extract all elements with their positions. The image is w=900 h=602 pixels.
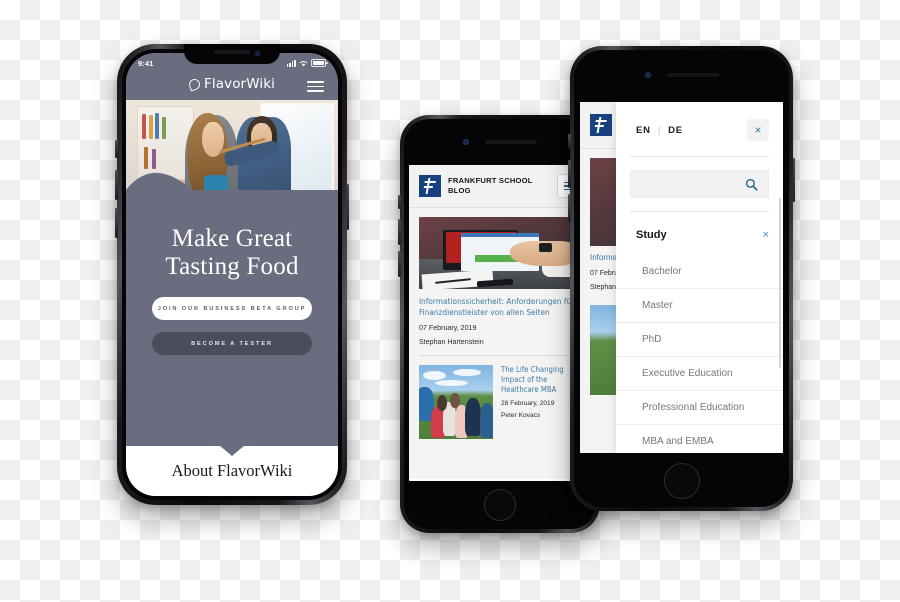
join-beta-group-button[interactable]: JOIN OUR BUSINESS BETA GROUP [152,297,312,320]
language-separator: | [657,124,662,136]
language-option-en[interactable]: EN [636,125,651,136]
hamburger-menu-icon[interactable] [307,81,324,92]
menu-item-professional-education[interactable]: Professional Education [616,390,783,424]
phone1-mute-switch[interactable] [115,140,118,158]
phone1-volume-up-button[interactable] [115,170,118,200]
flavorwiki-logo-text: FlavorWiki [204,76,275,92]
flavorwiki-logo[interactable]: FlavorWiki [187,76,275,92]
frankfurt-blog-header: FRANKFURT SCHOOL BLOG [409,165,591,208]
menu-item-executive-education[interactable]: Executive Education [616,356,783,390]
headline-line-2: Tasting Food [165,252,299,280]
phone3-top-hardware [570,72,793,78]
frankfurt-blog-content: Informationssicherheit: Anforderungen fü… [409,208,591,479]
menu-section-header: Study × [616,212,783,255]
flavorwiki-headline: Make Great Tasting Food [126,225,338,280]
post-date: 28 February, 2019 [501,400,555,407]
cellular-bars-icon [286,59,296,67]
front-camera-icon [255,51,260,56]
status-time: 9:41 [138,58,154,68]
search-input[interactable] [630,170,769,198]
flavorwiki-hero-copy: Make Great Tasting Food JOIN OUR BUSINES… [126,225,338,355]
become-a-tester-button[interactable]: BECOME A TESTER [152,332,312,355]
earpiece-speaker-icon [666,73,719,77]
battery-full-icon [311,58,328,68]
brand-line-2: BLOG [448,186,471,195]
phone3-volume-up-button[interactable] [568,160,571,188]
front-camera-icon [644,72,651,78]
search-icon [745,178,758,191]
phone2-screen: FRANKFURT SCHOOL BLOG Informationssicher… [409,165,591,481]
menu-item-list: Bachelor Master PhD Executive Education … [616,255,783,453]
menu-item-phd[interactable]: PhD [616,322,783,356]
phone-frankfurt-menu: Informationssicherheit: Anforderungen fü… [568,46,795,511]
phone2-volume-down-button[interactable] [398,251,401,277]
phone1-notch [184,44,280,64]
phone2-mute-switch[interactable] [398,195,401,209]
menu-item-bachelor[interactable]: Bachelor [616,255,783,288]
phone3-mute-switch[interactable] [568,134,571,149]
frankfurt-school-logo-icon [590,114,612,136]
featured-post-title[interactable]: Informationssicherheit: Anforderungen fü… [419,296,581,317]
language-switcher: EN | DE [636,125,683,136]
post-author: Peter Kovacs [501,412,541,419]
close-icon[interactable]: × [763,229,769,241]
earpiece-speaker-icon [485,140,537,144]
featured-post-image[interactable] [419,217,581,289]
flavorwiki-footer: About FlavorWiki [126,445,338,496]
post-thumbnail [419,365,493,439]
menu-section-title: Study [636,229,667,241]
earpiece-speaker-icon [214,50,250,54]
headline-line-1: Make Great [171,225,293,252]
phone1-power-button[interactable] [346,184,349,230]
slide-in-menu-panel: EN | DE × Study × Bachelor Master PhD Ex… [616,102,783,453]
brand-line-1: FRANKFURT SCHOOL [448,175,533,185]
phone3-volume-down-button[interactable] [568,194,571,222]
home-button[interactable] [663,463,700,499]
frankfurt-blog-brand-text: FRANKFURT SCHOOL BLOG [448,176,533,197]
language-option-de[interactable]: DE [668,125,683,136]
menu-search-row [616,157,783,211]
featured-post-author: Stephan Hartenstein [419,338,484,346]
featured-post-date: 07 February, 2019 [419,324,477,332]
phone3-screen: Informationssicherheit: Anforderungen fü… [580,102,783,453]
leaf-icon [187,76,202,92]
post-title[interactable]: The Life Changing Impact of the Healthca… [501,365,581,395]
phone-flavorwiki: Make Great Tasting Food JOIN OUR BUSINES… [115,44,349,505]
footer-notch-arrow [219,445,245,456]
phone1-screen: Make Great Tasting Food JOIN OUR BUSINES… [126,53,338,496]
menu-item-mba-and-emba[interactable]: MBA and EMBA [616,424,783,453]
home-button[interactable] [484,489,516,521]
about-flavorwiki-link[interactable]: About FlavorWiki [172,461,293,481]
phone3-power-button[interactable] [792,158,795,202]
phone2-volume-up-button[interactable] [398,219,401,245]
frankfurt-blog-brand[interactable]: FRANKFURT SCHOOL BLOG [419,175,533,197]
frankfurt-school-logo-icon [419,175,441,197]
menu-item-master[interactable]: Master [616,288,783,322]
wifi-icon [299,60,308,66]
front-camera-icon [463,139,469,145]
close-icon[interactable]: × [747,119,769,141]
scrollbar[interactable] [779,198,781,368]
list-item[interactable]: The Life Changing Impact of the Healthca… [419,365,581,439]
divider [419,355,581,356]
phone1-volume-down-button[interactable] [115,208,118,238]
menu-top-row: EN | DE × [616,102,783,156]
mockup-stage: Make Great Tasting Food JOIN OUR BUSINES… [0,0,900,602]
